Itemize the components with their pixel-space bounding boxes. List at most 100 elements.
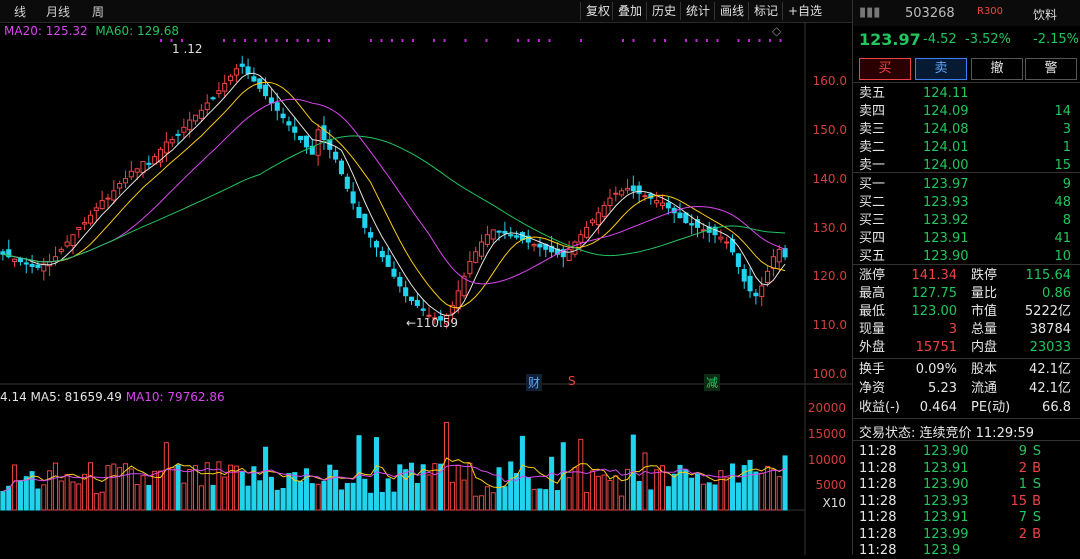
vol-ma10-label: MA10: 79762.86 <box>125 390 225 404</box>
buy-button[interactable]: 买 <box>859 58 911 80</box>
sector-change-pct: -2.15% <box>1033 32 1079 47</box>
volume-bar <box>187 469 193 511</box>
cancel-order-button[interactable]: 撤 <box>971 58 1023 80</box>
reduce-event-marker[interactable]: 减 <box>704 374 721 391</box>
volume-bar <box>467 462 473 511</box>
mark-button[interactable]: 标记 <box>748 2 783 20</box>
volume-bar <box>385 478 391 511</box>
period-daily-tab[interactable]: 线 <box>14 3 26 20</box>
statistics-button[interactable]: 统计 <box>680 2 715 20</box>
bid-volume: 48 <box>1054 195 1071 210</box>
chart-toolbar: 线 月线 周 复权 叠加 历史 统计 画线 标记 +自选 <box>0 0 852 23</box>
candle-body <box>362 213 368 228</box>
price-axis-tick: 100.0 <box>812 367 847 381</box>
candle-body <box>753 292 759 297</box>
ask-level-row[interactable]: 卖四 124.09 14 <box>859 103 1075 120</box>
bid-level-row[interactable]: 买四 123.91 41 <box>859 230 1075 247</box>
stat-value: 0.464 <box>919 400 957 415</box>
stat-value: 23033 <box>1029 340 1071 355</box>
bid-price: 123.93 <box>923 195 969 210</box>
volume-bar <box>473 495 479 511</box>
period-other-tab[interactable]: 周 <box>92 3 104 20</box>
bid-level-row[interactable]: 买三 123.92 8 <box>859 212 1075 229</box>
candle-body <box>146 162 152 165</box>
candle-body <box>286 121 292 126</box>
ask-level-row[interactable]: 卖三 124.08 3 <box>859 121 1075 138</box>
candle-body <box>0 251 6 255</box>
volume-bar <box>449 481 455 511</box>
tick-side: S <box>1032 477 1041 492</box>
ask-level-row[interactable]: 卖五 124.11 <box>859 85 1075 102</box>
tick-side: B <box>1032 460 1041 476</box>
volume-bar <box>636 481 642 511</box>
candle-body <box>391 268 397 277</box>
draw-line-button[interactable]: 画线 <box>714 2 749 20</box>
signal-dot <box>695 39 698 42</box>
candle-body <box>140 161 146 174</box>
financial-event-marker[interactable]: 财 <box>526 374 543 391</box>
volume-bar <box>0 490 6 511</box>
signal-dot <box>401 39 404 42</box>
fuquan-button[interactable]: 复权 <box>580 2 615 20</box>
s-event-marker[interactable]: S <box>568 374 576 388</box>
candle-body <box>654 200 660 204</box>
candle-body <box>210 97 216 100</box>
volume-bar <box>519 435 525 511</box>
bid-level-row[interactable]: 买二 123.93 48 <box>859 194 1075 211</box>
tick-price: 123.91 <box>923 510 969 525</box>
stat-value: 5.23 <box>928 381 957 396</box>
ask-level-row[interactable]: 卖二 124.01 1 <box>859 139 1075 156</box>
candle-body <box>280 113 286 119</box>
candle-body <box>584 226 590 238</box>
alert-button[interactable]: 警 <box>1025 58 1077 80</box>
low-price-annotation: ←110.59 <box>406 316 459 330</box>
tick-price: 123.90 <box>923 477 969 492</box>
candle-body <box>385 255 391 267</box>
volume-bar <box>508 461 514 511</box>
stat-label: 最高 <box>859 286 886 301</box>
candle-body <box>636 185 642 194</box>
candle-body <box>163 141 169 154</box>
candle-body <box>747 275 753 292</box>
signal-dot <box>622 39 624 42</box>
volume-bar <box>648 489 654 511</box>
stat-value: 141.34 <box>911 268 958 283</box>
candle-body <box>17 257 23 263</box>
bid-price: 123.97 <box>923 177 969 192</box>
stat-label: 最低 <box>859 304 886 319</box>
bid-level-label: 买三 <box>859 213 886 228</box>
sell-button[interactable]: 卖 <box>915 58 967 80</box>
bid-level-row[interactable]: 买一 123.97 9 <box>859 176 1075 193</box>
ask-volume: 1 <box>1062 140 1071 155</box>
tick-time: 11:28 <box>859 543 897 558</box>
volume-bar <box>730 463 736 511</box>
tick-volume: 15 <box>1010 493 1027 509</box>
volume-bar <box>584 491 590 511</box>
stat-value: 66.8 <box>1042 400 1071 415</box>
candle-body <box>414 300 420 306</box>
tick-time: 11:28 <box>859 444 897 459</box>
add-watchlist-button[interactable]: +自选 <box>782 2 827 20</box>
stat-label: 量比 <box>971 286 998 301</box>
stat-value: 42.1亿 <box>1029 362 1071 377</box>
candle-body <box>268 97 274 104</box>
bid-level-row[interactable]: 买五 123.90 10 <box>859 248 1075 265</box>
candle-body <box>251 76 257 82</box>
volume-bar <box>479 495 485 511</box>
volume-bar <box>578 438 584 511</box>
signal-dot <box>265 39 267 42</box>
stat-value: 0.09% <box>915 362 957 377</box>
stat-row: 收益(-) 0.464 PE(动) 66.8 <box>859 399 1075 416</box>
candle-body <box>595 212 601 226</box>
candle-body <box>12 258 18 262</box>
period-monthly-tab[interactable]: 月线 <box>46 3 70 20</box>
history-button[interactable]: 历史 <box>646 2 681 20</box>
overlay-button[interactable]: 叠加 <box>612 2 647 20</box>
stat-row: 外盘 15751 内盘 23033 <box>859 339 1075 356</box>
stat-label: 外盘 <box>859 340 886 355</box>
tick-side: S <box>1032 510 1041 525</box>
ask-level-label: 卖五 <box>859 86 886 101</box>
stat-label: 股本 <box>971 362 998 377</box>
volume-bar <box>706 482 712 511</box>
signal-dot <box>748 39 750 42</box>
